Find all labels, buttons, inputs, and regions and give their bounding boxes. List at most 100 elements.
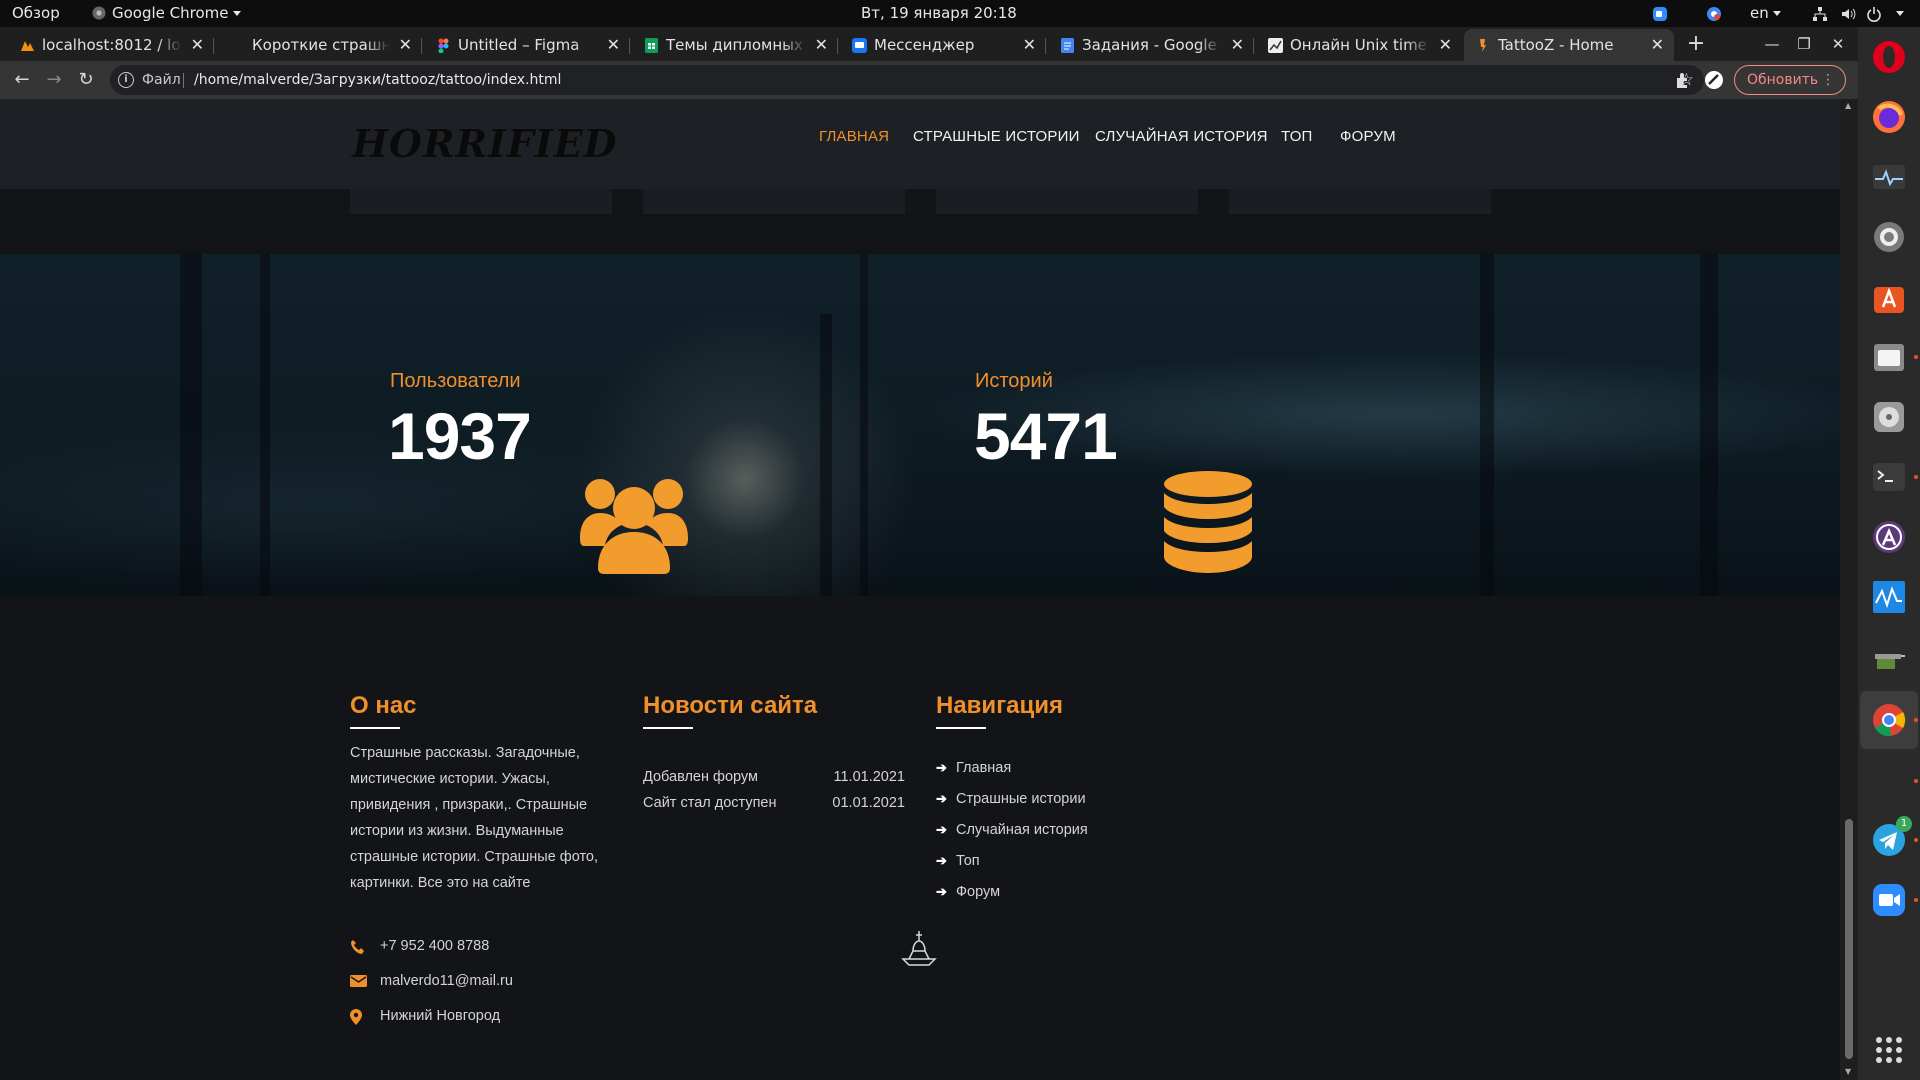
tab-google-docs[interactable]: Задания - Google До ✕ (1048, 29, 1254, 61)
power-icon[interactable] (1866, 6, 1882, 22)
scroll-down-icon[interactable]: ▼ (1845, 1067, 1851, 1076)
footer-news-heading: Новости сайта (643, 692, 818, 719)
tab-short-stories[interactable]: Короткие страшные ✕ (216, 29, 422, 61)
heading-underline (936, 727, 986, 729)
stat-stories-value: 5471 (974, 399, 1118, 473)
tab-title: Онлайн Unix time ко (1290, 29, 1430, 61)
tab-thesis-topics[interactable]: Темы дипломных ра ✕ (632, 29, 838, 61)
close-icon[interactable]: ✕ (1231, 29, 1244, 61)
story-card[interactable] (350, 189, 612, 214)
zoom-tray-icon[interactable] (1652, 6, 1668, 22)
terminal-icon[interactable] (1871, 459, 1907, 495)
chrome-icon[interactable] (1871, 702, 1907, 738)
chrome-tray-icon[interactable] (1706, 6, 1722, 22)
show-applications-icon[interactable] (1871, 1032, 1907, 1068)
tool-app-icon[interactable] (1871, 639, 1907, 675)
close-window-button[interactable]: ✕ (1822, 27, 1854, 61)
profile-avatar-icon[interactable] (1704, 70, 1724, 90)
phpmyadmin-icon (21, 41, 34, 51)
monitor-app-icon[interactable] (1871, 579, 1907, 615)
back-button[interactable]: ← (10, 68, 34, 92)
volume-icon[interactable] (1840, 6, 1856, 22)
nav-top[interactable]: ТОП (1281, 128, 1313, 145)
tab-figma[interactable]: Untitled – Figma ✕ (424, 29, 630, 61)
settings-icon[interactable] (1871, 219, 1907, 255)
news-item[interactable]: Сайт стал доступен 01.01.2021 (643, 795, 905, 811)
footer-about-text: Страшные рассказы. Загадочные, мистическ… (350, 745, 599, 891)
tab-separator (421, 38, 422, 54)
activities-button[interactable]: Обзор (12, 0, 60, 27)
tab-localhost[interactable]: localhost:8012 / local ✕ (8, 29, 214, 61)
tab-tattooz-home[interactable]: TattooZ - Home ✕ (1464, 29, 1674, 61)
url-text[interactable]: /home/malverde/Загрузки/tattooz/tattoo/i… (194, 65, 561, 95)
heading-underline (350, 727, 400, 729)
close-icon[interactable]: ✕ (399, 29, 412, 61)
news-item[interactable]: Добавлен форум 11.01.2021 (643, 769, 905, 785)
map-pin-icon (350, 1009, 362, 1025)
app-store-icon[interactable] (1871, 519, 1907, 555)
close-icon[interactable]: ✕ (1439, 29, 1452, 61)
arrow-right-icon: ➔ (936, 884, 947, 899)
nav-random-story[interactable]: СЛУЧАЙНАЯ ИСТОРИЯ (1095, 128, 1268, 145)
tab-messenger[interactable]: Мессенджер ✕ (840, 29, 1046, 61)
phone-text: +7 952 400 8788 (380, 938, 490, 954)
update-button[interactable]: Обновить ⋮ (1734, 65, 1846, 95)
sheets-icon (645, 38, 658, 53)
files-icon[interactable] (1871, 339, 1907, 375)
tab-separator (1253, 38, 1254, 54)
zoom-icon[interactable] (1871, 882, 1907, 918)
firefox-icon[interactable] (1871, 99, 1907, 135)
extensions-icon[interactable] (1674, 71, 1692, 89)
nav-scary-stories[interactable]: СТРАШНЫЕ ИСТОРИИ (913, 128, 1080, 145)
background-tree (1480, 254, 1494, 596)
info-icon[interactable]: i (118, 72, 134, 88)
docs-icon (1061, 38, 1074, 53)
software-center-icon[interactable] (1871, 279, 1907, 315)
story-card[interactable] (936, 189, 1198, 214)
app-menu[interactable]: Google Chrome (92, 0, 241, 27)
url-scheme: Файл (142, 72, 181, 88)
page-scrollbar[interactable]: ▲ ▼ (1840, 99, 1858, 1080)
footer-link-label: Топ (956, 853, 980, 869)
address-bar[interactable]: i Файл /home/malverde/Загрузки/tattooz/t… (110, 65, 1704, 95)
arrow-right-icon: ➔ (936, 822, 947, 837)
reload-button[interactable]: ↻ (74, 68, 98, 92)
email-text: malverdo11@mail.ru (380, 973, 513, 989)
scroll-up-icon[interactable]: ▲ (1845, 101, 1851, 110)
footer-link-label: Случайная история (956, 822, 1088, 838)
language-indicator[interactable]: en (1750, 0, 1781, 27)
disk-icon[interactable] (1871, 399, 1907, 435)
nav-forum[interactable]: ФОРУМ (1340, 128, 1396, 145)
close-icon[interactable]: ✕ (815, 29, 828, 61)
stat-stories-label: Историй (975, 370, 1053, 392)
close-icon[interactable]: ✕ (191, 29, 204, 61)
network-icon[interactable] (1812, 6, 1828, 22)
clock[interactable]: Вт, 19 января 20:18 (861, 0, 1017, 27)
close-icon[interactable]: ✕ (1023, 29, 1036, 61)
close-icon[interactable]: ✕ (1651, 29, 1664, 61)
story-card[interactable] (643, 189, 905, 214)
phone-icon (351, 940, 364, 954)
tab-unix-time[interactable]: Онлайн Unix time ко ✕ (1256, 29, 1462, 61)
system-monitor-icon[interactable] (1871, 159, 1907, 195)
stats-banner: Пользователи 1937 Историй 5471 (0, 254, 1840, 596)
close-icon[interactable]: ✕ (607, 29, 620, 61)
menu-dots-icon[interactable]: ⋮ (1821, 66, 1835, 94)
minimize-button[interactable]: — (1756, 27, 1788, 61)
nav-home[interactable]: ГЛАВНАЯ (819, 128, 889, 145)
tab-title: Темы дипломных ра (666, 29, 806, 61)
background-tree (260, 254, 270, 596)
browser-toolbar: ← → ↻ i Файл /home/malverde/Загрузки/tat… (0, 61, 1858, 99)
chevron-down-icon[interactable] (1896, 11, 1904, 16)
restore-button[interactable]: ❐ (1788, 27, 1820, 61)
site-logo[interactable]: HORRIFIED (352, 121, 618, 166)
opera-icon[interactable] (1871, 39, 1907, 75)
tab-title: localhost:8012 / local (42, 29, 182, 61)
forward-button[interactable]: → (42, 68, 66, 92)
footer-link-label: Главная (956, 760, 1012, 776)
scroll-thumb[interactable] (1845, 819, 1853, 1059)
tab-title: TattooZ - Home (1498, 29, 1642, 61)
story-card[interactable] (1229, 189, 1491, 214)
new-tab-button[interactable]: + (1680, 29, 1712, 61)
tattoo-icon (1480, 39, 1486, 52)
